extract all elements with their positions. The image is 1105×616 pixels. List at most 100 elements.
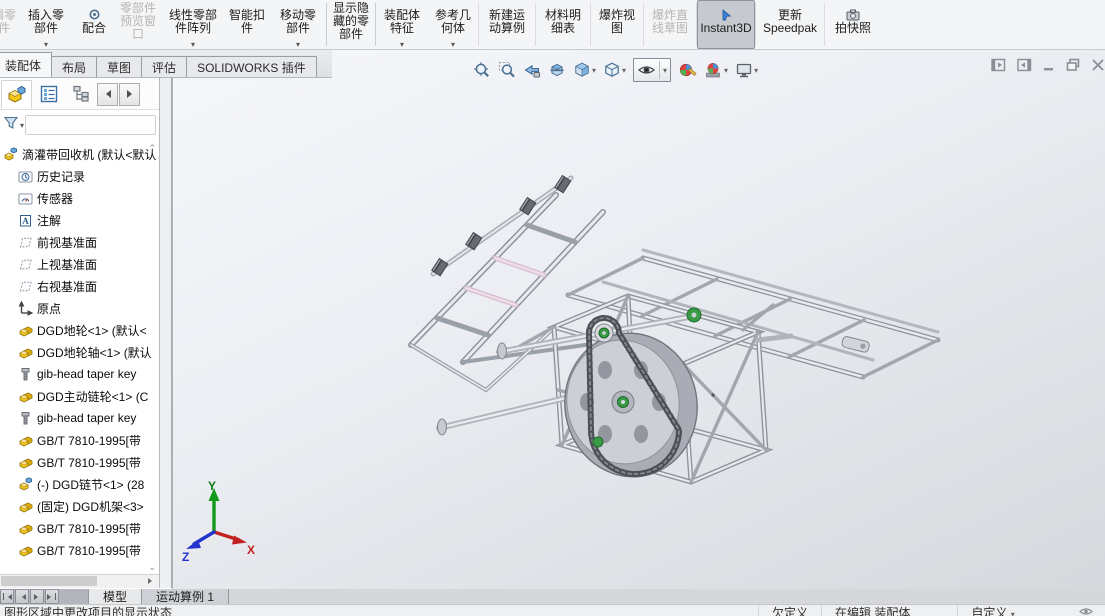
dropdown-caret-icon[interactable]: ▾ xyxy=(428,41,478,49)
tree-item[interactable]: gib-head taper key xyxy=(0,407,159,429)
tree-item[interactable]: 传感器 xyxy=(0,187,159,209)
tree-scroll-up-icon[interactable]: ⌃ xyxy=(148,144,156,153)
hud-zoom-to-fit-button[interactable] xyxy=(473,61,491,79)
panel-tab-scroll-right[interactable] xyxy=(119,83,140,106)
dropdown-caret-icon[interactable]: ▾ xyxy=(376,41,428,49)
command-tab-1[interactable]: 装配体 xyxy=(0,52,52,77)
tab-prev-button[interactable] xyxy=(15,589,29,604)
hud-edit-appearance-button[interactable] xyxy=(678,61,697,79)
tree-item[interactable]: 历史记录 xyxy=(0,165,159,187)
dropdown-caret-icon[interactable]: ▾ xyxy=(754,66,758,75)
part-icon xyxy=(18,433,33,448)
dropdown-caret-icon[interactable]: ▾ xyxy=(270,41,326,49)
tree-item[interactable]: GB/T 7810-1995[带 xyxy=(0,451,159,473)
tab-next-button[interactable] xyxy=(30,589,44,604)
tree-item[interactable]: 右视基准面 xyxy=(0,275,159,297)
tree-item[interactable]: DGD地轮<1> (默认< xyxy=(0,319,159,341)
ribbon-button-assembly-features[interactable]: 装配体 特征 ▾ xyxy=(376,0,428,49)
tab-strip-filler xyxy=(229,589,1105,604)
hud-view-settings-button[interactable]: ▾ xyxy=(735,61,758,79)
tree-item[interactable]: 上视基准面 xyxy=(0,253,159,275)
close-icon[interactable] xyxy=(1091,58,1105,72)
command-tab-2[interactable]: 布局 xyxy=(51,56,97,77)
dropdown-caret-icon[interactable]: ▾ xyxy=(18,41,74,49)
ribbon-button-take-snapshot[interactable]: 拍快照 xyxy=(825,0,881,49)
status-custom-menu[interactable]: 自定义 ▾ xyxy=(957,605,1027,616)
feature-filter-input[interactable] xyxy=(25,115,156,135)
bottom-tab-model[interactable]: 模型 xyxy=(88,589,142,604)
model-3d-drip-tape-recycler[interactable] xyxy=(173,50,1105,589)
panel-tab-featuremanager-tree[interactable] xyxy=(1,80,32,109)
tree-horizontal-scrollbar[interactable] xyxy=(0,574,159,588)
dropdown-caret-icon[interactable]: ▾ xyxy=(622,66,626,75)
tree-scroll-down-icon[interactable]: ⌄ xyxy=(148,563,156,572)
dropdown-caret-icon[interactable]: ▾ xyxy=(162,41,224,49)
graphics-viewport[interactable]: Y X Z ▾▾▾▾▾ xyxy=(172,50,1105,589)
ribbon-button-instant3d[interactable]: Instant3D xyxy=(697,0,755,49)
hud-display-style-button[interactable]: ▾ xyxy=(603,61,626,79)
tree-item[interactable]: (固定) DGD机架<3> xyxy=(0,495,159,517)
tab-last-button[interactable] xyxy=(45,589,59,604)
ribbon-button-label: 装配体 特征 xyxy=(384,9,420,35)
hide-show-items-icon xyxy=(637,61,656,79)
collapse-right-pane-icon[interactable] xyxy=(1017,58,1032,72)
ribbon-button-label: 配合 xyxy=(82,22,106,35)
tree-item[interactable]: GB/T 7810-1995[带 xyxy=(0,429,159,451)
ribbon-button-label: 爆炸视 图 xyxy=(599,9,635,35)
hud-section-view-button[interactable] xyxy=(548,61,566,79)
panel-tab-scroll-left[interactable] xyxy=(97,83,118,106)
part-icon xyxy=(18,521,33,536)
command-tab-4[interactable]: 评估 xyxy=(141,56,187,77)
tree-item[interactable]: DGD主动链轮<1> (C xyxy=(0,385,159,407)
scrollbar-right-arrow[interactable] xyxy=(144,576,158,586)
ribbon-button-bill-of-materials[interactable]: 材料明 细表 xyxy=(536,0,590,49)
tree-item[interactable]: DGD地轮轴<1> (默认 xyxy=(0,341,159,363)
ribbon-button-linear-component-pattern[interactable]: 线性零部 件阵列▾ xyxy=(162,0,224,49)
tree-item[interactable]: 原点 xyxy=(0,297,159,319)
hud-zoom-to-area-button[interactable] xyxy=(498,61,516,79)
hud-previous-view-button[interactable] xyxy=(523,61,541,79)
feature-tree: ⌃ ⌄ 滴灌带回收机 (默认<默认历史记录传感器A注解前视基准面上视基准面右视基… xyxy=(0,140,159,574)
tab-first-button[interactable] xyxy=(0,589,14,604)
plane-icon xyxy=(18,257,33,272)
ribbon-button-mate[interactable]: 配合 xyxy=(74,0,114,49)
dropdown-caret-icon[interactable]: ▾ xyxy=(724,66,728,75)
tree-item[interactable]: 前视基准面 xyxy=(0,231,159,253)
hud-view-orientation-button[interactable]: ▾ xyxy=(573,61,596,79)
tree-item[interactable]: (-) DGD链节<1> (28 xyxy=(0,473,159,495)
minimize-icon[interactable] xyxy=(1043,58,1055,72)
triad-z-label: Z xyxy=(182,550,189,564)
scrollbar-thumb[interactable] xyxy=(1,576,97,586)
dropdown-caret-icon[interactable]: ▾ xyxy=(592,66,596,75)
ribbon-button-label: 新建运 动算例 xyxy=(489,9,525,35)
ribbon-button-new-motion-study[interactable]: 新建运 动算例 xyxy=(479,0,535,49)
ribbon-button-label: Instant3D xyxy=(700,22,751,35)
ribbon-button-insert-components[interactable]: 插入零 部件▾ xyxy=(18,0,74,49)
restore-icon[interactable] xyxy=(1066,58,1080,72)
ribbon-button-move-component[interactable]: 移动零 部件▾ xyxy=(270,0,326,49)
hud-apply-scene-button[interactable]: ▾ xyxy=(704,61,728,79)
bottom-tab-motion-study[interactable]: 运动算例 1 xyxy=(142,589,229,604)
filter-funnel-icon[interactable] xyxy=(3,115,19,135)
ribbon-button-exploded-view[interactable]: 爆炸视 图 xyxy=(591,0,643,49)
ribbon-button-reference-geometry[interactable]: 参考几 何体▾ xyxy=(428,0,478,49)
filter-dropdown-caret-icon[interactable]: ▾ xyxy=(20,121,24,130)
tree-item[interactable]: gib-head taper key xyxy=(0,363,159,385)
collapse-left-pane-icon[interactable] xyxy=(991,58,1006,72)
tree-item[interactable]: 滴灌带回收机 (默认<默认 xyxy=(0,143,159,165)
panel-tab-property-manager[interactable] xyxy=(33,80,64,109)
ribbon-button-smart-fasteners[interactable]: 智能扣 件 xyxy=(224,0,270,49)
command-tab-5[interactable]: SOLIDWORKS 插件 xyxy=(186,56,317,77)
ribbon-button-show-hidden-components[interactable]: 显示隐 藏的零 部件 xyxy=(327,0,375,49)
tree-item[interactable]: GB/T 7810-1995[带 xyxy=(0,517,159,539)
command-tab-3[interactable]: 草图 xyxy=(96,56,142,77)
status-tag-icon[interactable] xyxy=(1079,606,1093,616)
ribbon-button-update-speedpak[interactable]: 更新 Speedpak xyxy=(756,0,824,49)
panel-splitter[interactable] xyxy=(160,78,172,588)
panel-tab-configuration-manager[interactable] xyxy=(65,80,96,109)
tree-item-label: DGD地轮<1> (默认< xyxy=(37,322,147,339)
tree-item[interactable]: A注解 xyxy=(0,209,159,231)
hud-hide-show-items-button[interactable]: ▾ xyxy=(633,58,671,82)
dropdown-caret-icon[interactable]: ▾ xyxy=(663,66,667,75)
tree-item[interactable]: GB/T 7810-1995[带 xyxy=(0,539,159,561)
